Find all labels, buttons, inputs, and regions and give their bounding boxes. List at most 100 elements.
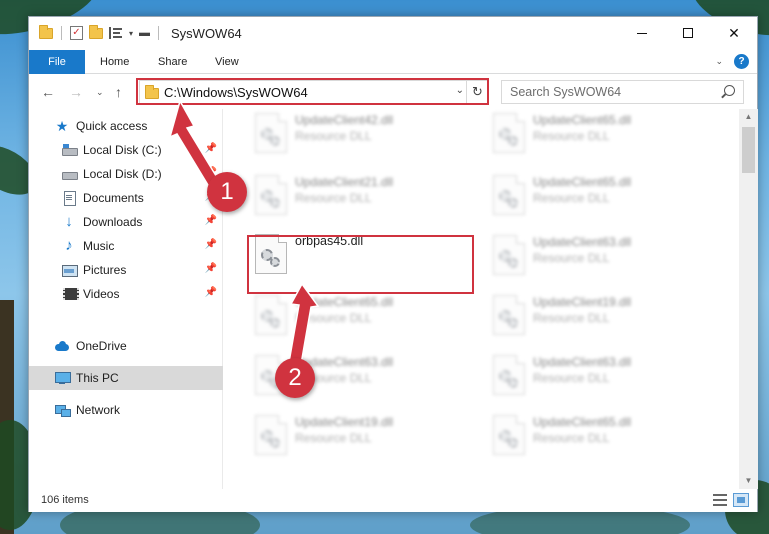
list-item[interactable]: UpdateClient65.dll Resource DLL bbox=[487, 109, 717, 159]
minimize-icon bbox=[637, 32, 647, 34]
drive-icon bbox=[61, 142, 78, 158]
sidebar-item-label: Documents bbox=[83, 191, 144, 205]
navigation-pane: ★ Quick access Local Disk (C:) 📌 Local D… bbox=[29, 109, 223, 489]
recent-locations-chevron-icon[interactable]: ⌄ bbox=[96, 87, 104, 98]
toolbar-separator bbox=[61, 26, 62, 40]
list-item[interactable]: UpdateClient42.dll Resource DLL bbox=[249, 109, 479, 159]
sidebar-item-this-pc[interactable]: This PC bbox=[29, 366, 223, 390]
music-icon: ♪ bbox=[65, 237, 73, 254]
customize-arrow-icon[interactable]: ▬ bbox=[139, 27, 150, 39]
dll-file-icon bbox=[493, 175, 525, 215]
sidebar-item-label: This PC bbox=[76, 371, 119, 385]
pin-icon[interactable]: 📌 bbox=[205, 287, 217, 298]
search-box[interactable] bbox=[501, 80, 744, 104]
sidebar-item-local-disk-c[interactable]: Local Disk (C:) 📌 bbox=[29, 138, 223, 162]
sidebar-item-label: Videos bbox=[83, 287, 120, 301]
sidebar-item-label: OneDrive bbox=[76, 339, 127, 353]
sidebar-item-quick-access[interactable]: ★ Quick access bbox=[29, 114, 223, 138]
sidebar-item-network[interactable]: Network bbox=[29, 398, 223, 422]
close-icon: ✕ bbox=[728, 24, 740, 41]
documents-icon bbox=[61, 190, 77, 206]
folder-icon bbox=[39, 24, 53, 39]
this-pc-icon bbox=[54, 370, 71, 386]
list-item[interactable]: UpdateClient65.dll Resource DLL bbox=[487, 171, 717, 221]
file-highlight bbox=[247, 235, 474, 294]
dll-file-icon bbox=[255, 175, 287, 215]
sidebar-item-downloads[interactable]: ↓ Downloads 📌 bbox=[29, 210, 223, 234]
close-button[interactable]: ✕ bbox=[711, 17, 757, 49]
onedrive-icon bbox=[54, 338, 70, 354]
sidebar-item-videos[interactable]: Videos 📌 bbox=[29, 282, 223, 306]
tab-share[interactable]: Share bbox=[146, 50, 199, 74]
sidebar-item-label: Local Disk (D:) bbox=[83, 167, 162, 181]
pin-icon[interactable]: 📌 bbox=[205, 263, 217, 274]
sidebar-item-music[interactable]: ♪ Music 📌 bbox=[29, 234, 223, 258]
search-icon[interactable] bbox=[724, 85, 735, 96]
customize-toolbar-icon[interactable] bbox=[109, 27, 123, 39]
pin-icon[interactable]: 📌 bbox=[205, 239, 217, 250]
list-item[interactable]: UpdateClient65.dll Resource DLL bbox=[487, 411, 717, 461]
vertical-scrollbar[interactable]: ▲ ▼ bbox=[739, 109, 758, 489]
minimize-button[interactable] bbox=[619, 17, 665, 49]
help-icon[interactable]: ? bbox=[734, 54, 749, 69]
list-item[interactable]: UpdateClient65.dll Resource DLL bbox=[249, 291, 479, 341]
chevron-down-icon[interactable]: ▾ bbox=[129, 29, 133, 38]
dll-file-icon bbox=[493, 295, 525, 335]
sidebar-item-local-disk-d[interactable]: Local Disk (D:) 📌 bbox=[29, 162, 223, 186]
scrollbar-thumb[interactable] bbox=[742, 127, 755, 173]
network-icon bbox=[54, 402, 71, 418]
forward-arrow-icon[interactable]: → bbox=[69, 84, 83, 100]
drive-icon bbox=[61, 166, 78, 182]
details-view-icon[interactable] bbox=[713, 494, 727, 506]
dll-file-icon bbox=[255, 113, 287, 153]
quick-access-toolbar: ✓ ▾ ▬ bbox=[39, 24, 161, 40]
list-item[interactable]: UpdateClient19.dll Resource DLL bbox=[487, 291, 717, 341]
list-item[interactable]: UpdateClient19.dll Resource DLL bbox=[249, 411, 479, 461]
back-arrow-icon[interactable]: ← bbox=[41, 84, 55, 100]
dll-file-icon bbox=[493, 415, 525, 455]
videos-icon bbox=[61, 286, 79, 302]
file-list: UpdateClient42.dll Resource DLL UpdateCl… bbox=[224, 109, 739, 489]
tab-file[interactable]: File bbox=[29, 50, 85, 74]
sidebar-item-label: Pictures bbox=[83, 263, 127, 277]
sidebar-item-label: Local Disk (C:) bbox=[83, 143, 162, 157]
maximize-icon bbox=[683, 28, 693, 38]
expand-ribbon-icon[interactable]: ⌄ bbox=[715, 56, 723, 67]
up-arrow-icon[interactable]: ↑ bbox=[115, 84, 122, 100]
search-input[interactable] bbox=[510, 84, 710, 100]
ribbon-tabs: File Home Share View ⌄ ? bbox=[29, 50, 757, 74]
tab-home[interactable]: Home bbox=[88, 50, 141, 74]
dll-file-icon bbox=[255, 415, 287, 455]
large-icons-view-icon[interactable] bbox=[733, 493, 749, 507]
tab-view[interactable]: View bbox=[203, 50, 251, 74]
sidebar-item-documents[interactable]: Documents 📌 bbox=[29, 186, 223, 210]
pictures-icon bbox=[61, 262, 78, 278]
list-item[interactable]: UpdateClient63.dll Resource DLL bbox=[487, 351, 717, 401]
star-icon: ★ bbox=[55, 118, 69, 134]
sidebar-item-onedrive[interactable]: OneDrive bbox=[29, 334, 223, 358]
item-count: 106 items bbox=[41, 494, 89, 506]
step-2-callout: 2 bbox=[275, 358, 315, 398]
window-title: SysWOW64 bbox=[171, 26, 242, 41]
downloads-icon: ↓ bbox=[65, 213, 73, 230]
toolbar-separator bbox=[158, 26, 160, 40]
dll-file-icon bbox=[493, 355, 525, 395]
sidebar-item-label: Downloads bbox=[83, 215, 143, 229]
sidebar-item-label: Network bbox=[76, 403, 121, 417]
properties-check-icon[interactable]: ✓ bbox=[70, 26, 83, 40]
dll-file-icon bbox=[493, 113, 525, 153]
sidebar-item-label: Quick access bbox=[76, 119, 148, 133]
sidebar-item-pictures[interactable]: Pictures 📌 bbox=[29, 258, 223, 282]
title-bar: ✓ ▾ ▬ SysWOW64 ✕ bbox=[29, 17, 757, 50]
pin-icon[interactable]: 📌 bbox=[205, 143, 217, 154]
new-folder-icon[interactable] bbox=[89, 24, 103, 39]
scroll-down-arrow-icon[interactable]: ▼ bbox=[739, 473, 758, 489]
sidebar-item-label: Music bbox=[83, 239, 115, 253]
scroll-up-arrow-icon[interactable]: ▲ bbox=[739, 109, 758, 125]
list-item[interactable]: UpdateClient21.dll Resource DLL bbox=[249, 171, 479, 221]
step-1-callout: 1 bbox=[207, 172, 247, 212]
status-bar: 106 items bbox=[29, 489, 757, 512]
pin-icon[interactable]: 📌 bbox=[205, 215, 217, 226]
list-item[interactable]: UpdateClient63.dll Resource DLL bbox=[487, 231, 717, 281]
maximize-button[interactable] bbox=[665, 17, 711, 49]
